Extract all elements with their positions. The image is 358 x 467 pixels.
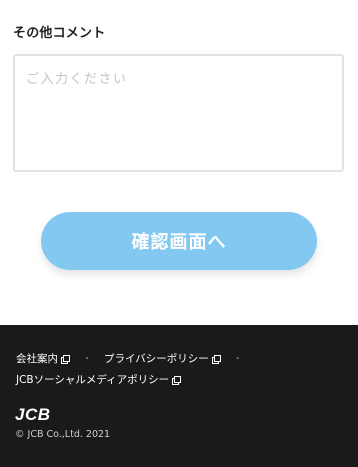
footer-link-company[interactable]: 会社案内 [16,349,70,369]
external-link-icon [211,354,221,364]
external-link-icon [61,354,70,364]
footer-link-privacy-policy-label: プライバシーポリシー [104,353,209,365]
comment-field-label: その他コメント [13,26,106,41]
comment-textarea[interactable] [13,54,344,172]
comment-form-section: その他コメント 確認画面へ [0,0,358,325]
copyright-text: © JCB Co.,Ltd. 2021 [15,429,111,440]
footer-link-company-label: 会社案内 [16,353,58,365]
confirm-screen-button[interactable]: 確認画面へ [41,212,317,270]
footer-link-social-media-policy-label: JCBソーシャルメディアポリシー [16,374,170,386]
external-link-icon [172,375,182,385]
link-separator: ・ [82,354,92,365]
footer-link-privacy-policy[interactable]: プライバシーポリシー [104,349,221,369]
footer-link-social-media-policy[interactable]: JCBソーシャルメディアポリシー [16,370,182,390]
link-separator: ・ [232,354,243,365]
jcb-logo: JCB [15,405,51,424]
site-footer: 会社案内 ・ プライバシーポリシー ・ JCBソーシャルメディアポリシー JCB… [0,325,358,467]
footer-links: 会社案内 ・ プライバシーポリシー ・ JCBソーシャルメディアポリシー [16,349,346,390]
